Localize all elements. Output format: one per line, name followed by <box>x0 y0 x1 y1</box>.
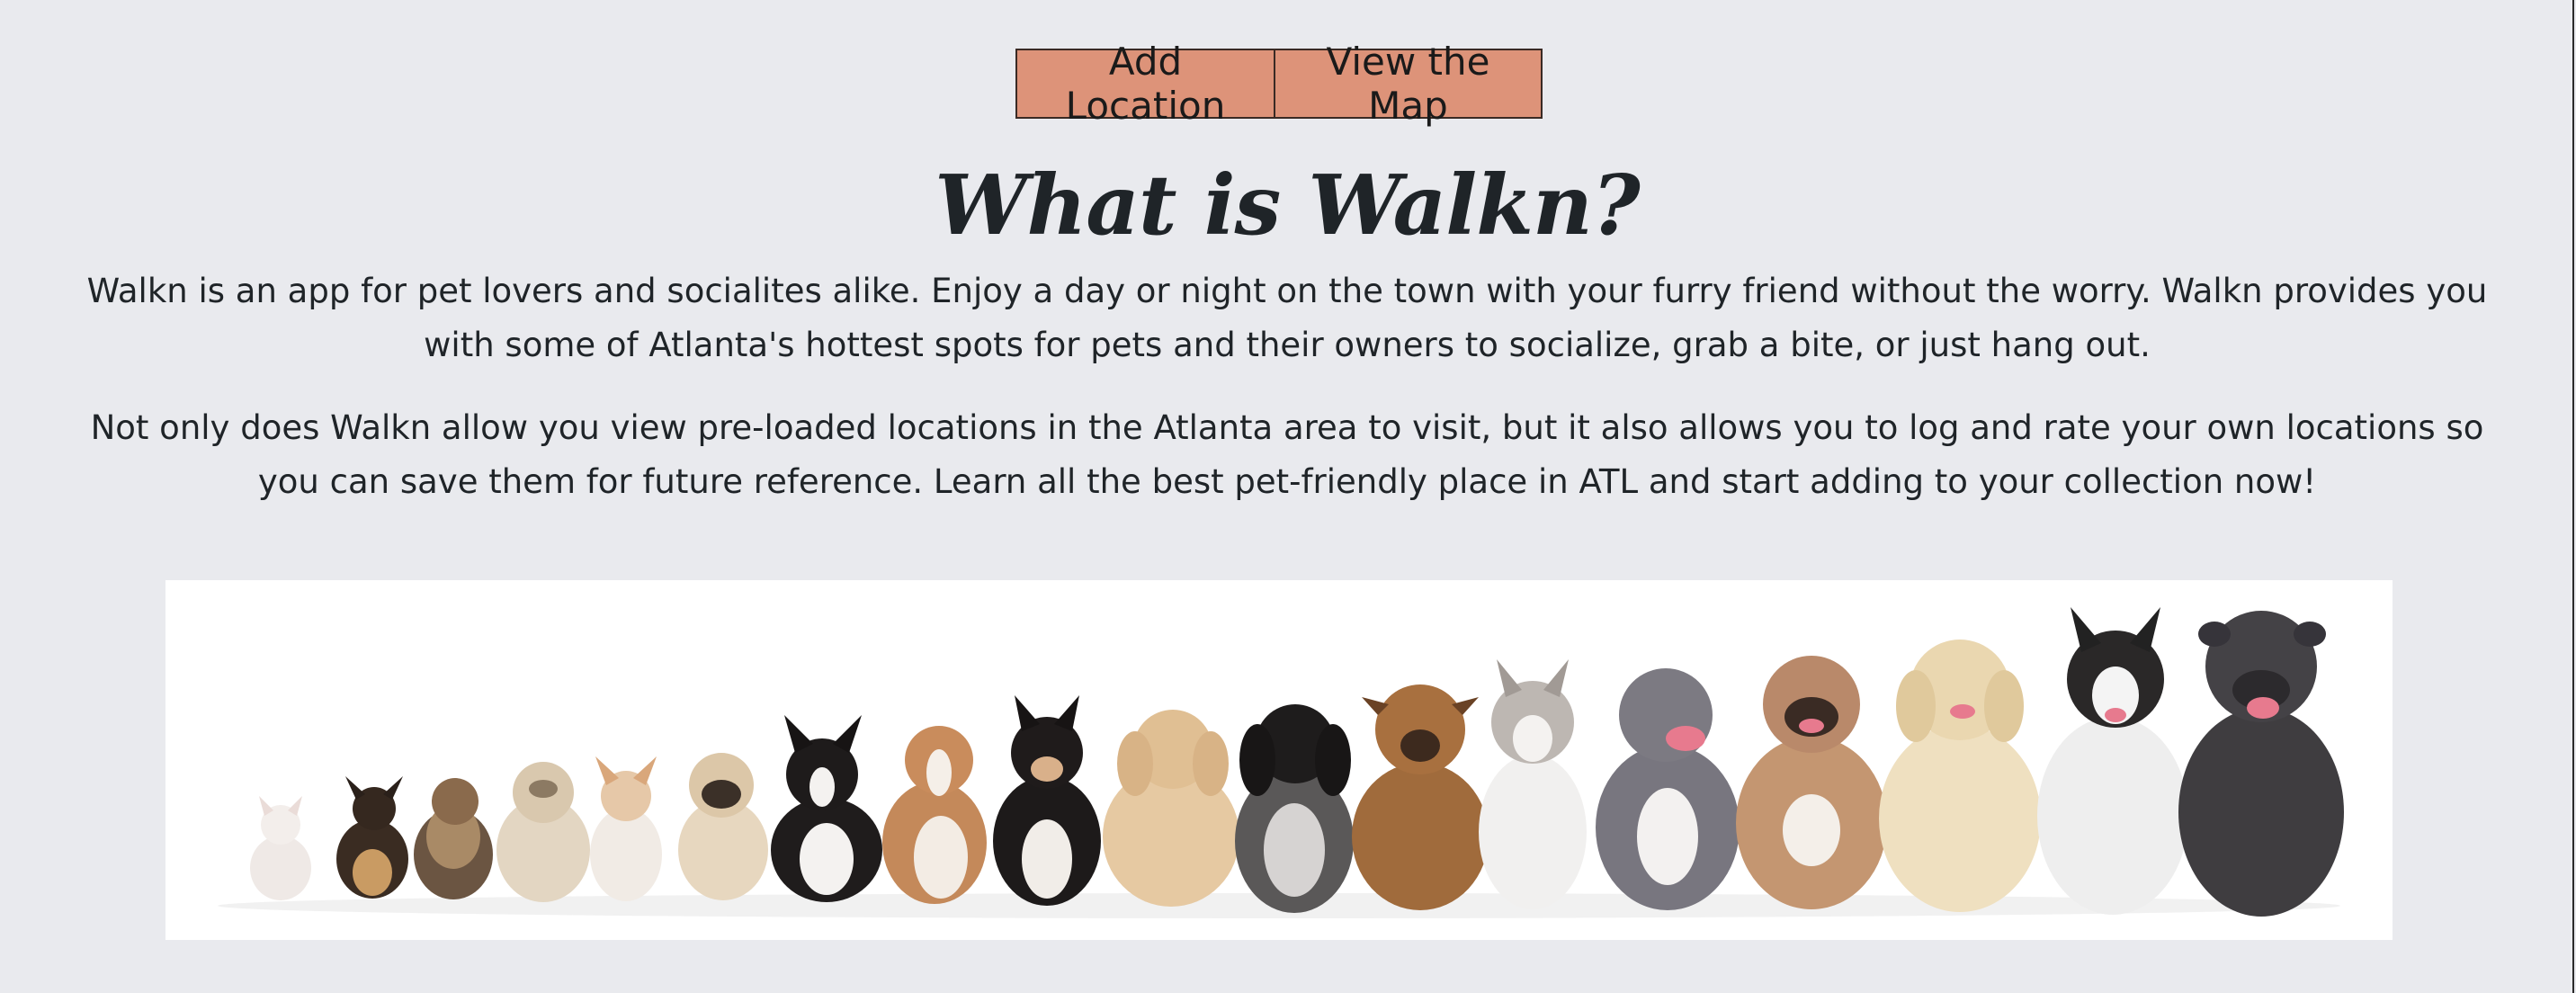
dog-7 <box>771 715 882 902</box>
dog-2 <box>336 776 408 899</box>
dog-8 <box>882 726 987 904</box>
view-map-button[interactable]: View the Map <box>1275 40 1543 128</box>
page-title: What is Walkn? <box>935 157 1641 254</box>
dog-18 <box>2178 611 2344 917</box>
dog-6 <box>678 753 768 900</box>
add-location-button[interactable]: Add Location <box>1015 40 1275 128</box>
dog-14 <box>1596 668 1740 910</box>
dog-5 <box>590 756 662 901</box>
dog-9 <box>993 695 1101 906</box>
dog-12 <box>1352 684 1489 910</box>
intro-paragraph: Walkn is an app for pet lovers and socia… <box>86 272 2488 364</box>
dog-11 <box>1235 704 1354 913</box>
dog-10 <box>1103 710 1239 907</box>
dog-13 <box>1479 659 1587 909</box>
dog-3 <box>414 778 493 899</box>
dog-1 <box>250 796 311 900</box>
dogs-lineup-image <box>218 607 2344 918</box>
dogs-banner-image <box>165 580 2393 940</box>
dog-15 <box>1736 656 1887 909</box>
dog-4 <box>496 762 590 902</box>
dog-16 <box>1879 640 2041 912</box>
top-nav: Add Location View the Map <box>1015 40 1543 128</box>
features-paragraph: Not only does Walkn allow you view pre-l… <box>90 408 2484 501</box>
dog-17 <box>2037 607 2188 915</box>
page: Add Location View the Map What is Walkn?… <box>0 0 2574 993</box>
